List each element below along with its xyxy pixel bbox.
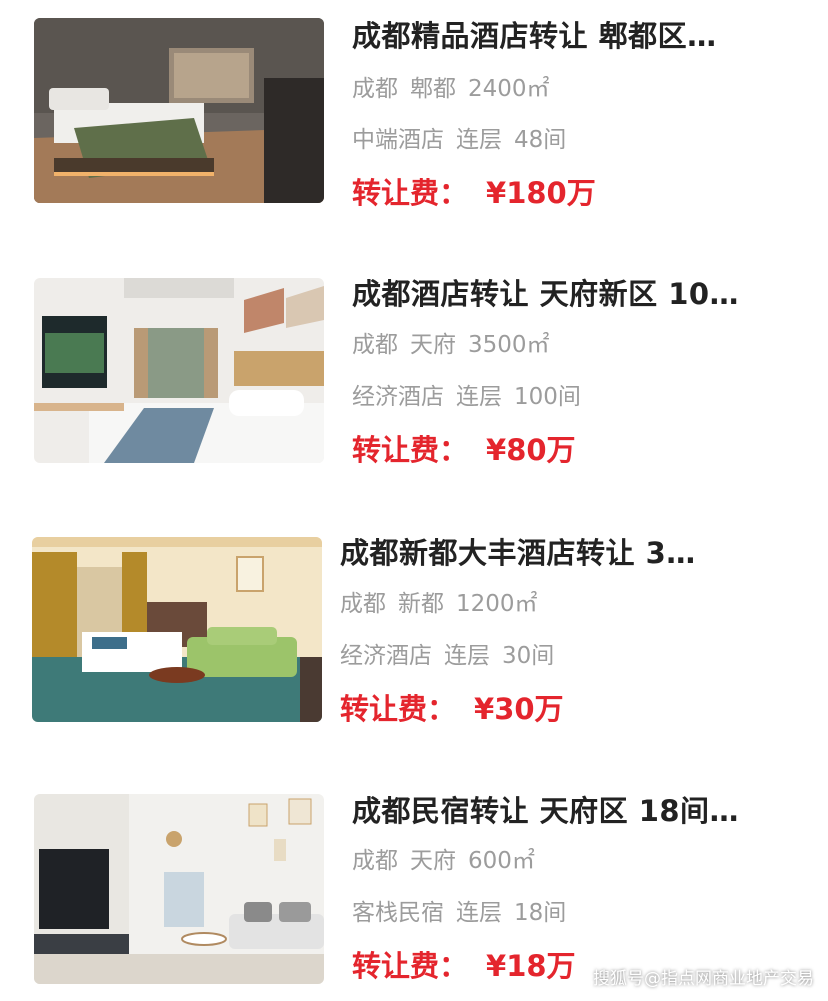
listing-card-3[interactable]: 成都新都大丰酒店转让 3… 成都 新都 1200㎡ 经济酒店 连层 30间 转让费： ¥3… [0,527,828,727]
listing-district: 新都 [398,591,444,617]
listing-rooms: 100间 [514,384,581,410]
listing-area: 600㎡ [468,848,535,874]
listing-district: 天府 [410,332,456,358]
listing-district: 天府 [410,848,456,874]
listing-location: 成都 新都 1200㎡ [340,589,538,619]
listing-area: 3500㎡ [468,332,550,358]
listing-title[interactable]: 成都酒店转让 天府新区 10… [352,276,788,312]
listing-type: 经济酒店 [340,643,432,669]
listing-price: 转让费： ¥80万 [352,432,576,468]
listing-thumbnail[interactable] [32,537,322,722]
transfer-fee-value: ¥180万 [486,176,596,210]
hotel-room-photo-icon [34,278,324,463]
listing-floors: 连层 [456,127,502,153]
listing-price: 转让费： ¥30万 [340,691,564,727]
transfer-fee-label: 转让费： [352,176,469,210]
listing-thumbnail[interactable] [34,18,324,203]
listing-price: 转让费： ¥180万 [352,175,596,211]
listing-details: 客栈民宿 连层 18间 [352,898,566,928]
listing-title[interactable]: 成都新都大丰酒店转让 3… [340,535,750,571]
listing-city: 成都 [352,332,398,358]
transfer-fee-label: 转让费： [352,949,469,983]
listing-floors: 连层 [456,384,502,410]
listing-location: 成都 郫都 2400㎡ [352,74,550,104]
listing-floors: 连层 [456,900,502,926]
listing-type: 客栈民宿 [352,900,444,926]
listing-floors: 连层 [444,643,490,669]
listing-type: 中端酒店 [352,127,444,153]
listing-details: 经济酒店 连层 30间 [340,641,554,671]
listing-card-4[interactable]: 成都民宿转让 天府区 18间… 成都 天府 600㎡ 客栈民宿 连层 18间 转让费： ¥… [0,785,828,985]
listing-title[interactable]: 成都精品酒店转让 郫都区… [352,18,782,54]
listing-rooms: 48间 [514,127,567,153]
listing-details: 经济酒店 连层 100间 [352,382,581,412]
listing-card-2[interactable]: 成都酒店转让 天府新区 10… 成都 天府 3500㎡ 经济酒店 连层 100间 转让费… [0,268,828,468]
listing-details: 中端酒店 连层 48间 [352,125,566,155]
transfer-fee-value: ¥30万 [474,692,564,726]
listing-card-1[interactable]: 成都精品酒店转让 郫都区… 成都 郫都 2400㎡ 中端酒店 连层 48间 转让费： ¥1… [0,10,828,210]
listing-city: 成都 [352,76,398,102]
listing-thumbnail[interactable] [34,794,324,984]
hotel-room-photo-icon [32,537,322,722]
transfer-fee-value: ¥80万 [486,433,576,467]
listing-price: 转让费： ¥18万 [352,948,576,984]
listing-area: 1200㎡ [456,591,538,617]
source-watermark: 搜狐号@指点网商业地产交易 [593,969,814,989]
apartment-living-room-photo-icon [34,794,324,984]
transfer-fee-label: 转让费： [352,433,469,467]
transfer-fee-value: ¥18万 [486,949,576,983]
listing-type: 经济酒店 [352,384,444,410]
listing-thumbnail[interactable] [34,278,324,463]
listing-location: 成都 天府 600㎡ [352,846,535,876]
listing-rooms: 18间 [514,900,567,926]
transfer-fee-label: 转让费： [340,692,457,726]
listing-district: 郫都 [410,76,456,102]
listing-title[interactable]: 成都民宿转让 天府区 18间… [352,793,788,829]
listing-city: 成都 [352,848,398,874]
listing-location: 成都 天府 3500㎡ [352,330,550,360]
listing-rooms: 30间 [502,643,555,669]
listing-city: 成都 [340,591,386,617]
hotel-room-photo-icon [34,18,324,203]
listing-area: 2400㎡ [468,76,550,102]
